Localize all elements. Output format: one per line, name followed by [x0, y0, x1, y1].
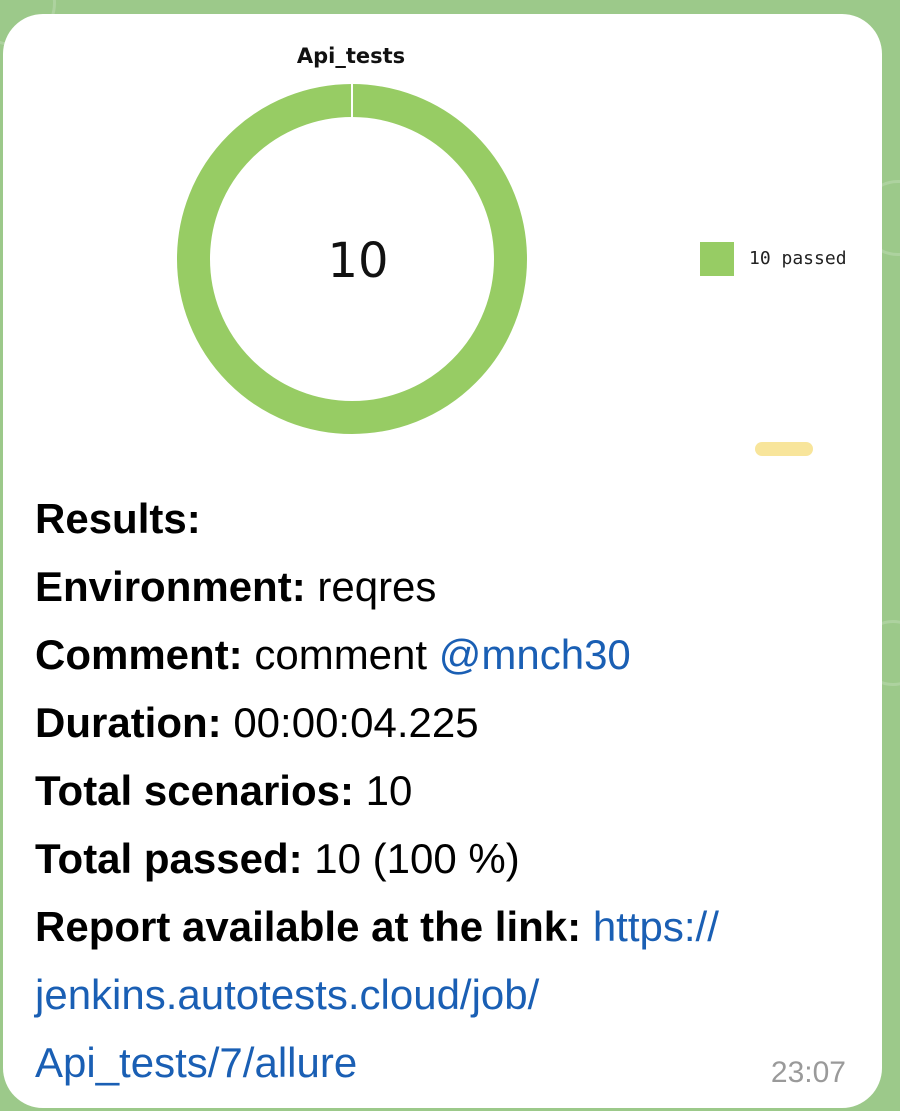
- report-row: Report available at the link: https://: [35, 893, 865, 961]
- donut-center-label: 10: [327, 233, 388, 289]
- allure-chart: Api_tests 10 10 passed: [3, 14, 882, 484]
- report-link-part[interactable]: jenkins.autotests.cloud/job/: [35, 961, 865, 1029]
- legend-swatch-passed: [700, 242, 734, 276]
- scenarios-label: Total scenarios:: [35, 767, 354, 814]
- comment-row: Comment: comment @mnch30: [35, 621, 865, 689]
- duration-value: 00:00:04.225: [233, 699, 479, 746]
- image-smudge: [755, 442, 813, 456]
- environment-row: Environment: reqres: [35, 553, 865, 621]
- results-heading: Results:: [35, 485, 865, 553]
- environment-label: Environment:: [35, 563, 306, 610]
- comment-label: Comment:: [35, 631, 243, 678]
- message-timestamp: 23:07: [770, 1056, 846, 1089]
- passed-value: 10 (100 %): [314, 835, 520, 882]
- mention-link[interactable]: @mnch30: [439, 631, 631, 678]
- passed-row: Total passed: 10 (100 %): [35, 825, 865, 893]
- environment-value: reqres: [317, 563, 437, 610]
- report-link-part[interactable]: https://: [593, 903, 719, 950]
- comment-value: comment: [254, 631, 428, 678]
- scenarios-value: 10: [365, 767, 413, 814]
- duration-row: Duration: 00:00:04.225: [35, 689, 865, 757]
- results-text: Results: Environment: reqres Comment: co…: [35, 485, 865, 1097]
- report-link-part[interactable]: Api_tests/7/allure: [35, 1029, 865, 1097]
- report-label: Report available at the link:: [35, 903, 582, 950]
- results-label: Results:: [35, 495, 201, 542]
- legend-label-passed: 10 passed: [749, 248, 847, 269]
- message-bubble[interactable]: Api_tests 10 10 passed Results: Environm…: [3, 14, 882, 1108]
- passed-label: Total passed:: [35, 835, 303, 882]
- duration-label: Duration:: [35, 699, 222, 746]
- scenarios-row: Total scenarios: 10: [35, 757, 865, 825]
